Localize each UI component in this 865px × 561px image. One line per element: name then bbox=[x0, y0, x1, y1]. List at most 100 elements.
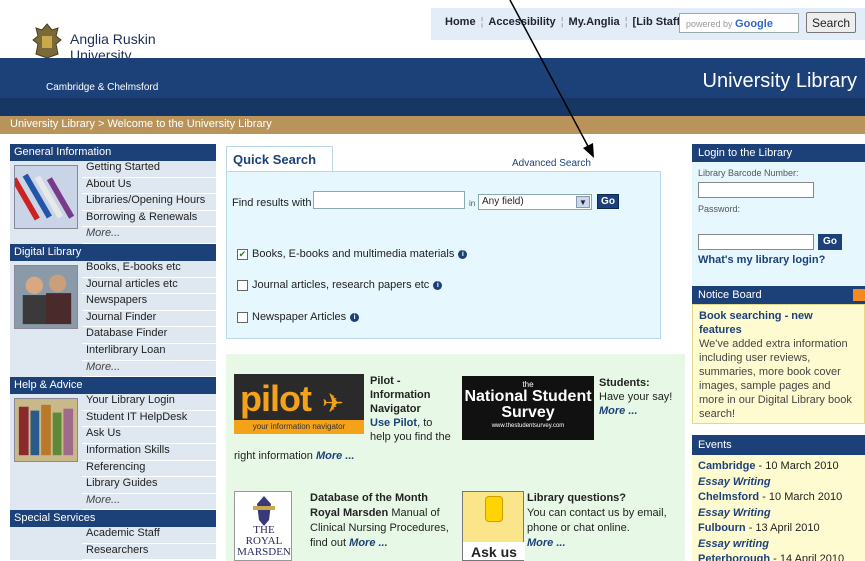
go-button[interactable]: Go bbox=[597, 194, 619, 209]
pilot-text: Pilot - Information Navigator Use Pilot,… bbox=[370, 374, 452, 444]
field-select[interactable]: Any field) ▼ bbox=[478, 194, 592, 210]
nav-item-opening-hours[interactable]: Libraries/Opening Hours bbox=[82, 194, 216, 211]
option-journals[interactable]: Journal articles, research papers etc i bbox=[237, 279, 443, 291]
nss-logo-main: National Student Survey bbox=[464, 388, 592, 421]
event-place: Peterborough bbox=[698, 553, 771, 561]
login-go-button[interactable]: Go bbox=[818, 234, 842, 250]
login-panel: Login to the Library Library Barcode Num… bbox=[692, 144, 865, 288]
event-item[interactable]: Peterborough - 14 April 2010 bbox=[698, 552, 859, 561]
banner-title: University Library bbox=[702, 70, 857, 92]
login-help-link[interactable]: What's my library login? bbox=[698, 254, 825, 266]
event-title[interactable]: Essay Writing bbox=[698, 475, 859, 491]
util-link-home[interactable]: Home bbox=[445, 16, 476, 28]
nav-item-library-login[interactable]: Your Library Login bbox=[82, 394, 216, 411]
nav-heading-general[interactable]: General Information bbox=[10, 144, 216, 161]
pilot-more-link[interactable]: More ... bbox=[316, 450, 355, 462]
nav-item-borrowing[interactable]: Borrowing & Renewals bbox=[82, 211, 216, 228]
separator: ¦ bbox=[624, 16, 628, 28]
use-pilot-link[interactable]: Use Pilot bbox=[370, 417, 417, 429]
breadcrumb: University Library > Welcome to the Univ… bbox=[0, 116, 865, 134]
find-label: Find results with bbox=[232, 197, 312, 209]
marsden-logo[interactable]: THE ROYAL MARSDEN bbox=[234, 491, 292, 561]
tab-quick-search[interactable]: Quick Search bbox=[226, 146, 333, 172]
option-books[interactable]: ✔ Books, E-books and multimedia material… bbox=[237, 248, 468, 260]
event-item[interactable]: Cambridge - 10 March 2010 bbox=[698, 459, 859, 475]
checkbox-journals[interactable] bbox=[237, 279, 248, 291]
nav-item-journal-finder[interactable]: Journal Finder bbox=[82, 311, 216, 328]
pilot-text-line2: right information More ... bbox=[234, 450, 354, 462]
nss-logo[interactable]: the National Student Survey www.thestude… bbox=[462, 376, 594, 440]
nav-item-information-skills[interactable]: Information Skills bbox=[82, 444, 216, 461]
search-input[interactable] bbox=[313, 191, 465, 209]
ask-text: Library questions? You can contact us by… bbox=[527, 491, 677, 551]
chevron-down-icon[interactable]: ▼ bbox=[576, 196, 590, 208]
plane-icon: ✈ bbox=[322, 388, 344, 418]
separator: ¦ bbox=[560, 16, 564, 28]
pilot-logo[interactable]: pilot ✈ your information navigator bbox=[234, 374, 364, 434]
event-title[interactable]: Essay Writing bbox=[698, 506, 859, 522]
nss-text: Students: Have your say! More ... bbox=[599, 376, 679, 418]
nss-heading: Students: bbox=[599, 377, 650, 389]
nav-heading-special[interactable]: Special Services bbox=[10, 510, 216, 528]
password-input[interactable] bbox=[698, 234, 814, 250]
option-books-label: Books, E-books and multimedia materials bbox=[252, 248, 455, 260]
advanced-search-link[interactable]: Advanced Search bbox=[512, 158, 591, 169]
database-heading: Database of the Month bbox=[310, 492, 428, 504]
util-link-myanglia[interactable]: My.Anglia bbox=[569, 16, 620, 28]
logo-line1: Anglia Ruskin bbox=[70, 31, 156, 47]
nav-item-more[interactable]: More... bbox=[82, 227, 216, 244]
university-logo[interactable]: Anglia Ruskin University bbox=[30, 22, 200, 63]
barcode-input[interactable] bbox=[698, 182, 814, 198]
event-title[interactable]: Essay writing bbox=[698, 537, 859, 553]
pilot-tagline: your information navigator bbox=[234, 420, 364, 434]
info-icon[interactable]: i bbox=[433, 280, 443, 290]
quick-search-panel: Find results with in Any field) ▼ Go ✔ B… bbox=[226, 171, 661, 339]
nav-block-digital: Books, E-books etc Journal articles etc … bbox=[10, 260, 216, 378]
banner: Cambridge & Chelmsford University Librar… bbox=[0, 58, 865, 116]
ask-more-link[interactable]: More ... bbox=[527, 537, 566, 549]
nav-item-books[interactable]: Books, E-books etc bbox=[82, 261, 216, 278]
nav-item-more[interactable]: More... bbox=[82, 494, 216, 511]
nss-more-link[interactable]: More ... bbox=[599, 405, 638, 417]
notice-body: Book searching - new features We've adde… bbox=[692, 304, 865, 424]
nav-item-academic-staff[interactable]: Academic Staff bbox=[82, 527, 216, 544]
nav-item-journal-articles[interactable]: Journal articles etc bbox=[82, 278, 216, 295]
database-more-link[interactable]: More ... bbox=[349, 537, 388, 549]
features-panel: pilot ✈ your information navigator Pilot… bbox=[226, 354, 685, 561]
crest-icon bbox=[32, 23, 62, 59]
checkbox-books[interactable]: ✔ bbox=[237, 248, 248, 260]
ask-us-logo[interactable]: Ask us bbox=[462, 491, 525, 561]
field-select-value: Any field) bbox=[482, 196, 524, 207]
nav-item-newspapers[interactable]: Newspapers bbox=[82, 294, 216, 311]
nav-item-database-finder[interactable]: Database Finder bbox=[82, 327, 216, 344]
nav-item-researchers[interactable]: Researchers bbox=[82, 544, 216, 561]
checkbox-newspapers[interactable] bbox=[237, 311, 248, 323]
nav-item-referencing[interactable]: Referencing bbox=[82, 461, 216, 478]
util-link-accessibility[interactable]: Accessibility bbox=[488, 16, 555, 28]
notice-title[interactable]: Book searching - new features bbox=[699, 310, 813, 336]
nav-item-getting-started[interactable]: Getting Started bbox=[82, 161, 216, 178]
search-button[interactable]: Search bbox=[806, 12, 856, 33]
event-date: - 14 April 2010 bbox=[770, 553, 845, 561]
option-newspapers[interactable]: Newspaper Articles i bbox=[237, 311, 360, 323]
google-search-input[interactable]: powered by Google bbox=[679, 13, 799, 33]
top-header: Anglia Ruskin University Home ¦ Accessib… bbox=[0, 0, 865, 63]
event-date: - 10 March 2010 bbox=[759, 491, 843, 503]
nav-item-about-us[interactable]: About Us bbox=[82, 178, 216, 195]
nav-heading-help[interactable]: Help & Advice bbox=[10, 377, 216, 395]
pilot-body-2: right information bbox=[234, 450, 313, 462]
info-icon[interactable]: i bbox=[350, 312, 360, 322]
nav-item-interlibrary-loan[interactable]: Interlibrary Loan bbox=[82, 344, 216, 361]
info-icon[interactable]: i bbox=[458, 249, 468, 259]
rss-icon[interactable] bbox=[853, 289, 865, 301]
nav-item-library-guides[interactable]: Library Guides bbox=[82, 477, 216, 494]
ask-us-logo-text: Ask us bbox=[463, 542, 525, 560]
login-heading: Login to the Library bbox=[692, 144, 865, 162]
nav-item-ask-us[interactable]: Ask Us bbox=[82, 427, 216, 444]
nav-heading-digital[interactable]: Digital Library bbox=[10, 243, 216, 261]
util-link-libstaff[interactable]: [Lib Staff] bbox=[633, 16, 684, 28]
event-item[interactable]: Chelmsford - 10 March 2010 bbox=[698, 490, 859, 506]
nav-item-it-helpdesk[interactable]: Student IT HelpDesk bbox=[82, 411, 216, 428]
nav-item-more[interactable]: More... bbox=[82, 361, 216, 378]
event-item[interactable]: Fulbourn - 13 April 2010 bbox=[698, 521, 859, 537]
